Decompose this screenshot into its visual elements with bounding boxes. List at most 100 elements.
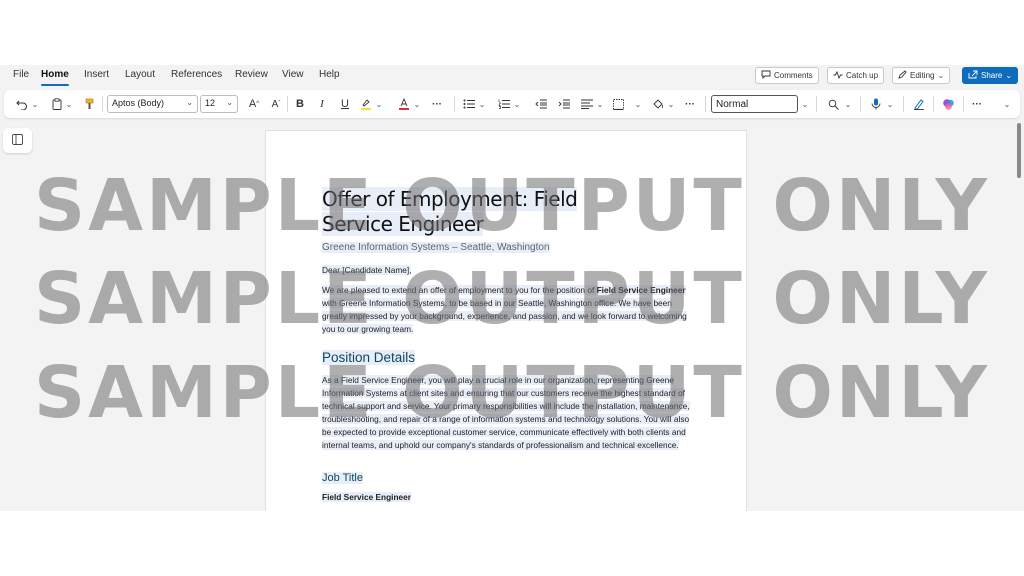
section-heading[interactable]: Position Details: [322, 350, 416, 365]
navigation-pane-icon: [12, 132, 23, 150]
chevron-down-icon: ⌄: [226, 98, 233, 107]
menu-view[interactable]: View: [282, 69, 304, 80]
divider: [705, 96, 706, 112]
menu-bar: File Home Insert Layout References Revie…: [0, 65, 1024, 87]
intro-text-after: with Greene Information Systems, to be b…: [322, 298, 687, 334]
job-title-value-text: Field Service Engineer: [322, 492, 411, 502]
more-icon[interactable]: ···: [429, 97, 445, 111]
font-name-value: Aptos (Body): [112, 98, 165, 108]
copilot-icon[interactable]: [941, 97, 955, 111]
editing-mode-button[interactable]: Editing ⌄: [892, 67, 951, 84]
divider: [287, 96, 288, 112]
editor-icon[interactable]: [912, 97, 926, 111]
divider: [903, 96, 904, 112]
intro-paragraph[interactable]: We are pleased to extend an offer of emp…: [322, 284, 694, 336]
catch-up-icon: [833, 70, 843, 81]
menu-insert[interactable]: Insert: [84, 69, 109, 80]
chevron-down-icon: ⌄: [1005, 71, 1013, 80]
menu-layout[interactable]: Layout: [125, 69, 155, 80]
chevron-down-icon: ⌄: [186, 98, 193, 107]
font-color-icon[interactable]: [397, 97, 411, 111]
shrink-font-icon[interactable]: Aˇ: [269, 97, 283, 111]
section-heading-text: Position Details: [322, 350, 416, 365]
comment-icon: [761, 70, 771, 81]
paste-dropdown-icon[interactable]: ⌄: [65, 97, 73, 111]
highlight-dropdown-icon[interactable]: ⌄: [375, 97, 383, 111]
shading-icon[interactable]: [650, 97, 666, 111]
numbering-dropdown-icon[interactable]: ⌄: [513, 97, 521, 111]
borders-icon[interactable]: [611, 97, 625, 111]
menu-home[interactable]: Home: [41, 69, 69, 80]
grow-font-icon[interactable]: A ^: [247, 97, 261, 111]
menu-file[interactable]: File: [13, 69, 29, 80]
shading-dropdown-icon[interactable]: ⌄: [667, 97, 675, 111]
format-painter-icon[interactable]: [82, 97, 96, 111]
style-value: Normal: [716, 99, 749, 110]
catch-up-label: Catch up: [846, 71, 879, 80]
menu-review[interactable]: Review: [235, 69, 268, 80]
editing-label: Editing: [910, 71, 935, 80]
document-subtitle-text: Greene Information Systems – Seattle, Wa…: [322, 242, 550, 253]
comments-label: Comments: [774, 71, 813, 80]
collapse-ribbon-icon[interactable]: ⌄: [1002, 97, 1012, 111]
numbering-icon[interactable]: [497, 97, 511, 111]
divider: [102, 96, 103, 112]
share-label: Share: [981, 71, 1003, 80]
vertical-scrollbar[interactable]: [1017, 123, 1021, 178]
style-select[interactable]: Normal: [711, 95, 798, 113]
align-icon[interactable]: [580, 97, 594, 111]
section-body-paragraph[interactable]: As a Field Service Engineer, you will pl…: [322, 374, 694, 452]
active-tab-indicator: [41, 84, 69, 86]
share-button[interactable]: Share ⌄: [962, 67, 1019, 84]
dictate-icon[interactable]: [869, 97, 883, 111]
undo-dropdown-icon[interactable]: ⌄: [31, 97, 39, 111]
section-body-text: As a Field Service Engineer, you will pl…: [322, 375, 690, 450]
chevron-down-icon: ⌄: [937, 71, 945, 80]
divider: [816, 96, 817, 112]
job-title-heading[interactable]: Job Title: [322, 472, 363, 484]
divider: [860, 96, 861, 112]
highlight-icon[interactable]: [359, 97, 373, 111]
font-name-select[interactable]: Aptos (Body) ⌄: [107, 95, 198, 113]
styles-dropdown-icon[interactable]: ⌄: [800, 97, 810, 111]
pencil-icon: [898, 70, 907, 81]
underline-icon[interactable]: U: [338, 97, 352, 111]
find-icon[interactable]: [826, 97, 840, 111]
clipboard-icon[interactable]: [50, 97, 64, 111]
document-title[interactable]: Offer of Employment: Field Service Engin…: [322, 187, 652, 237]
more-paragraph-icon[interactable]: ···: [682, 97, 698, 111]
dictate-dropdown-icon[interactable]: ⌄: [886, 97, 894, 111]
document-subtitle[interactable]: Greene Information Systems – Seattle, Wa…: [322, 242, 550, 253]
increase-indent-icon[interactable]: [557, 97, 571, 111]
word-window: File Home Insert Layout References Revie…: [0, 65, 1024, 511]
job-title-heading-text: Job Title: [322, 472, 363, 484]
navigation-pane-button[interactable]: [3, 128, 32, 153]
bold-icon[interactable]: B: [293, 97, 307, 111]
comments-button[interactable]: Comments: [755, 67, 819, 84]
bullets-icon[interactable]: [462, 97, 476, 111]
find-dropdown-icon[interactable]: ⌄: [844, 97, 852, 111]
divider: [454, 96, 455, 112]
font-size-value: 12: [205, 98, 216, 108]
bullets-dropdown-icon[interactable]: ⌄: [478, 97, 486, 111]
divider: [933, 96, 934, 112]
home-ribbon: ⌄ ⌄ Aptos (Body) ⌄ 12 ⌄ A ^ Aˇ B I U ⌄ ⌄ …: [4, 90, 1020, 118]
menu-references[interactable]: References: [171, 69, 222, 80]
divider: [963, 96, 964, 112]
job-title-value[interactable]: Field Service Engineer: [322, 491, 694, 504]
salutation-text: Dear [Candidate Name],: [322, 265, 412, 275]
decrease-indent-icon[interactable]: [534, 97, 548, 111]
font-size-select[interactable]: 12 ⌄: [200, 95, 238, 113]
font-color-dropdown-icon[interactable]: ⌄: [413, 97, 421, 111]
align-dropdown-icon[interactable]: ⌄: [596, 97, 604, 111]
salutation[interactable]: Dear [Candidate Name],: [322, 264, 694, 277]
borders-dropdown-icon[interactable]: ⌄: [634, 97, 642, 111]
menu-help[interactable]: Help: [319, 69, 340, 80]
document-title-text: Offer of Employment: Field Service Engin…: [322, 187, 578, 236]
document-page[interactable]: Offer of Employment: Field Service Engin…: [265, 130, 747, 511]
catch-up-button[interactable]: Catch up: [827, 67, 885, 84]
share-icon: [968, 70, 978, 81]
undo-icon[interactable]: [14, 97, 30, 111]
more-options-icon[interactable]: ···: [968, 97, 986, 111]
italic-icon[interactable]: I: [315, 97, 329, 111]
